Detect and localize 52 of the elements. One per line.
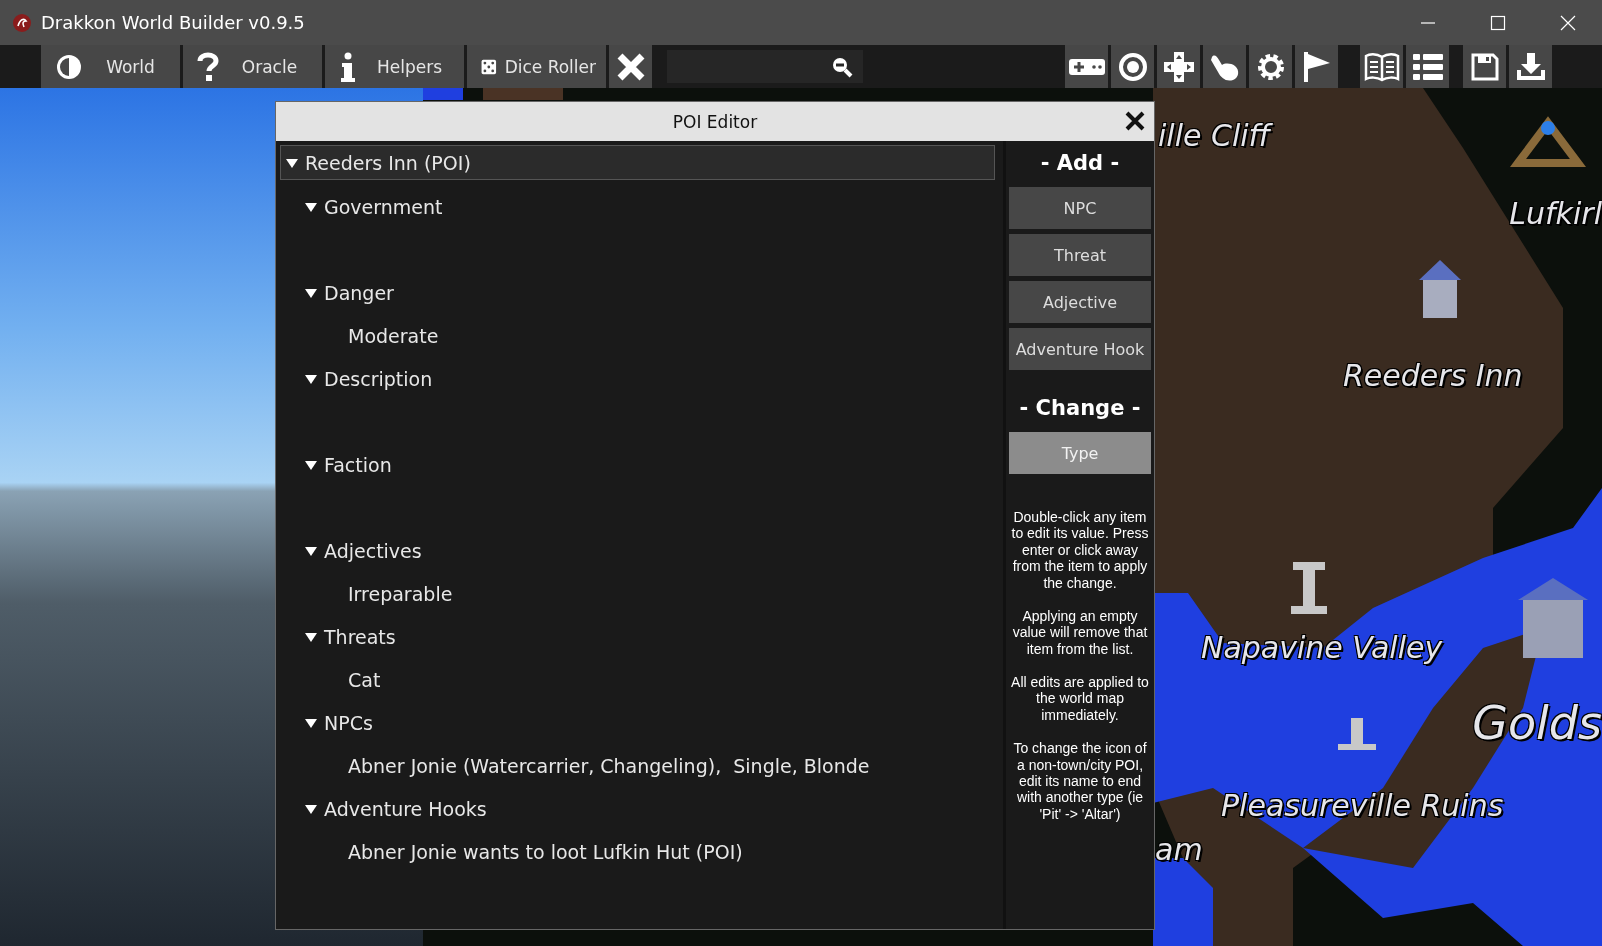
toolbar-button[interactable]: Helpers	[325, 45, 464, 88]
close-button[interactable]	[609, 45, 652, 88]
add-button[interactable]: Threat	[1009, 234, 1151, 276]
tree-item[interactable]: Adjectives	[280, 529, 995, 572]
add-button[interactable]: NPC	[1009, 187, 1151, 229]
tree-item[interactable]: Description	[280, 357, 995, 400]
help-text: Applying an empty value will remove that item from the list.	[1011, 607, 1149, 657]
search-icon	[831, 55, 853, 78]
tree-value[interactable]: Moderate	[280, 314, 995, 357]
maximize-icon[interactable]	[1490, 14, 1506, 31]
tree-value[interactable]: Irreparable	[280, 572, 995, 615]
tree-value[interactable]: Abner Jonie (Watercarrier, Changeling), Single, Blonde	[280, 744, 995, 787]
map-label: Reeders Inn	[1343, 358, 1523, 393]
download-icon[interactable]	[1509, 45, 1552, 88]
tree-item[interactable]: Faction	[280, 443, 995, 486]
flag-icon[interactable]	[1295, 45, 1338, 88]
question-mark-icon	[197, 51, 219, 82]
tree-item[interactable]: Danger	[280, 271, 995, 314]
target-icon[interactable]	[1111, 45, 1154, 88]
dragon-logo-icon	[12, 12, 32, 33]
dpad-icon[interactable]	[1157, 45, 1200, 88]
settings-icon[interactable]	[1249, 45, 1292, 88]
info-icon	[339, 51, 357, 82]
help-text: To change the icon of a non-town/city POI, edit its name to end with another type (ie 'Pit' -> 'Altar')	[1012, 740, 1148, 822]
add-button[interactable]: Adventure Hook	[1009, 328, 1151, 370]
tree-item[interactable]: Government	[280, 185, 995, 228]
tree-item[interactable]: NPCs	[280, 701, 995, 744]
help-text: All edits are applied to the world map immediately.	[1010, 674, 1150, 724]
toolbar-button[interactable]: Dice Roller	[467, 45, 606, 88]
half-circle-icon	[55, 52, 83, 81]
search-field[interactable]	[667, 50, 863, 83]
tree-item[interactable]: Adventure Hooks	[280, 787, 995, 830]
toolbar-button[interactable]: Oracle	[183, 45, 322, 88]
save-icon[interactable]	[1463, 45, 1506, 88]
tree-value[interactable]: Abner Jonie wants to loot Lufkin Hut (POI)	[280, 830, 995, 873]
window-title: Drakkon World Builder v0.9.5	[41, 12, 305, 33]
tree-item[interactable]: Threats	[280, 615, 995, 658]
dialog-title: POI Editor	[672, 111, 758, 132]
tree-root-item[interactable]: Reeders Inn (POI)	[280, 145, 995, 180]
book-icon[interactable]	[1360, 45, 1403, 88]
map-label: am	[1155, 832, 1203, 867]
close-icon[interactable]	[1124, 110, 1146, 132]
toolbar-button[interactable]: World	[41, 45, 180, 88]
help-text: Double-click any item to edit its value. Press enter or click away from the item to apply the change.	[1010, 509, 1150, 591]
gamepad-icon[interactable]	[1065, 45, 1108, 88]
section-heading: - Change -	[1018, 395, 1142, 422]
add-button[interactable]: Adjective	[1009, 281, 1151, 323]
map-label: ille Cliff	[1158, 118, 1271, 153]
list-icon[interactable]	[1406, 45, 1449, 88]
section-heading: - Add -	[1039, 150, 1121, 177]
map-label: Lufkirl	[1509, 196, 1602, 231]
tree-value[interactable]: Cat	[280, 658, 995, 701]
